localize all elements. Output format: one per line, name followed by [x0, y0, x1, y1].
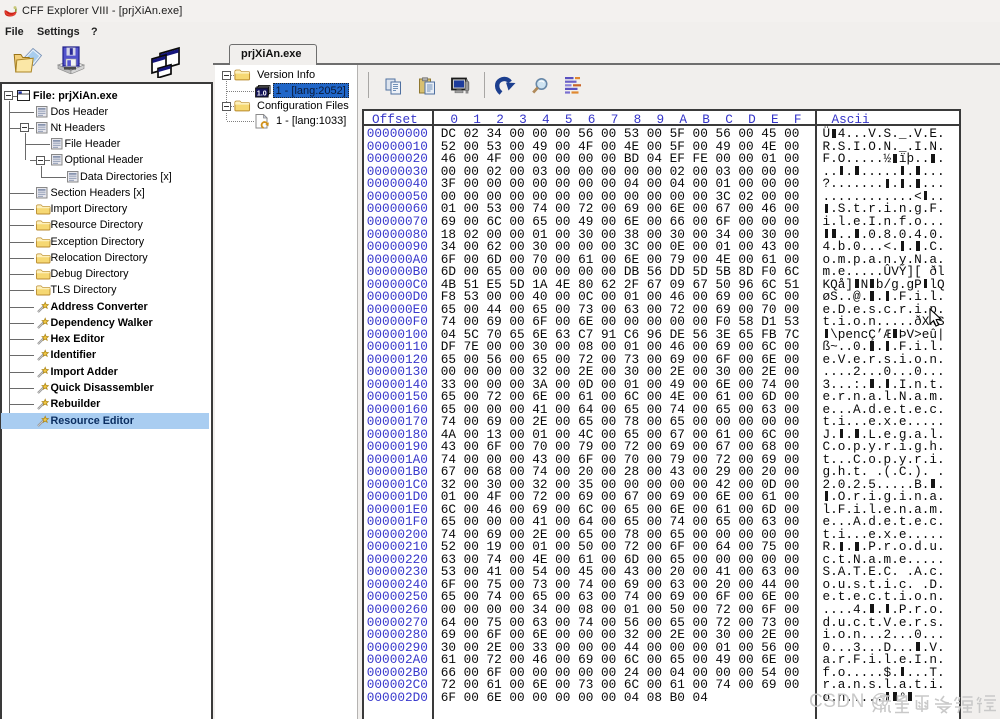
svg-text:1.0: 1.0 [257, 90, 267, 97]
